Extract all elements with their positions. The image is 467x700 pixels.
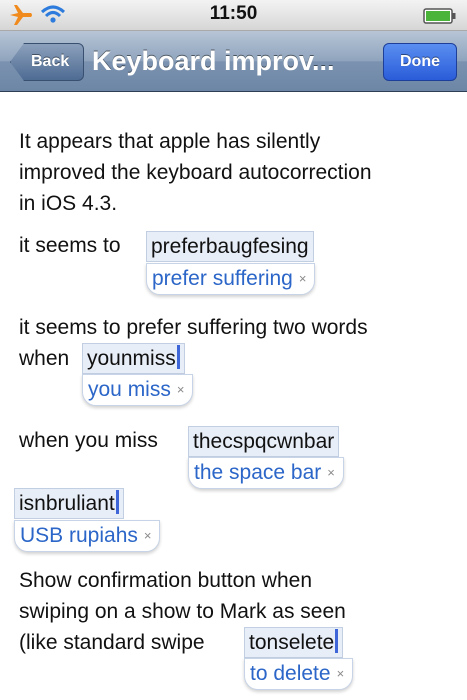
dismiss-icon[interactable]: ×	[144, 528, 152, 543]
autocorrect-suggestion[interactable]: the space bar ×	[188, 457, 344, 489]
autocorrect-suggestion[interactable]: prefer suffering ×	[146, 263, 316, 295]
dismiss-icon[interactable]: ×	[337, 666, 345, 681]
text-line: in iOS 4.3.	[19, 192, 118, 215]
autocorrect-suggestion[interactable]: to delete ×	[244, 658, 354, 690]
suggestion-text: to delete	[250, 662, 331, 685]
suggestion-text: USB rupiahs	[20, 524, 138, 547]
typed-word: isnbruliant	[14, 488, 124, 519]
typed-word-text: thecspqcwnbar	[193, 430, 335, 453]
text-line: when you miss	[19, 429, 158, 452]
autocorrect-suggestion[interactable]: USB rupiahs ×	[14, 520, 161, 552]
done-button[interactable]: Done	[383, 43, 457, 81]
text-line: it seems to prefer suffering two words	[19, 316, 368, 339]
status-bar: 11:50	[0, 0, 467, 31]
text-cursor	[115, 490, 119, 514]
text-line: when	[19, 347, 70, 370]
autocorrect-suggestion[interactable]: you miss ×	[82, 374, 194, 406]
typed-word-text: isnbruliant	[19, 492, 115, 515]
paragraph-prefer: it seems to	[19, 230, 121, 261]
note-text-area[interactable]: It appears that apple has silently impro…	[0, 92, 467, 700]
text-line: Show confirmation button when	[19, 569, 313, 592]
text-line: improved the keyboard autocorrection	[19, 161, 372, 184]
dismiss-icon[interactable]: ×	[177, 382, 185, 397]
paragraph-two-words: it seems to prefer suffering two words w…	[19, 312, 368, 374]
typed-word: tonselete	[244, 627, 344, 658]
text-cursor	[335, 629, 339, 653]
typed-word: thecspqcwnbar	[188, 426, 340, 457]
typed-word-text: tonselete	[249, 631, 335, 654]
back-button[interactable]: Back	[10, 43, 85, 81]
typed-word: younmiss	[82, 343, 185, 374]
battery-icon	[423, 8, 457, 29]
typed-word: preferbaugfesing	[146, 231, 314, 262]
status-time: 11:50	[209, 3, 258, 24]
paragraph-space-bar: when you miss	[19, 425, 158, 456]
suggestion-text: the space bar	[194, 461, 322, 484]
text-cursor	[176, 345, 180, 369]
typed-word-text: younmiss	[87, 347, 176, 370]
typed-word-text: preferbaugfesing	[151, 235, 309, 258]
page-title: Keyboard improv...	[92, 46, 335, 76]
dismiss-icon[interactable]: ×	[327, 465, 335, 480]
suggestion-text: you miss	[88, 378, 171, 401]
paragraph-intro: It appears that apple has silently impro…	[19, 126, 372, 219]
text-line: swiping on a show to Mark as seen	[19, 600, 346, 623]
text-line: it seems to	[19, 234, 121, 257]
navigation-bar: Back Keyboard improv... Done	[0, 31, 467, 92]
suggestion-text: prefer suffering	[152, 267, 293, 290]
dismiss-icon[interactable]: ×	[299, 271, 307, 286]
text-line: It appears that apple has silently	[19, 130, 321, 153]
